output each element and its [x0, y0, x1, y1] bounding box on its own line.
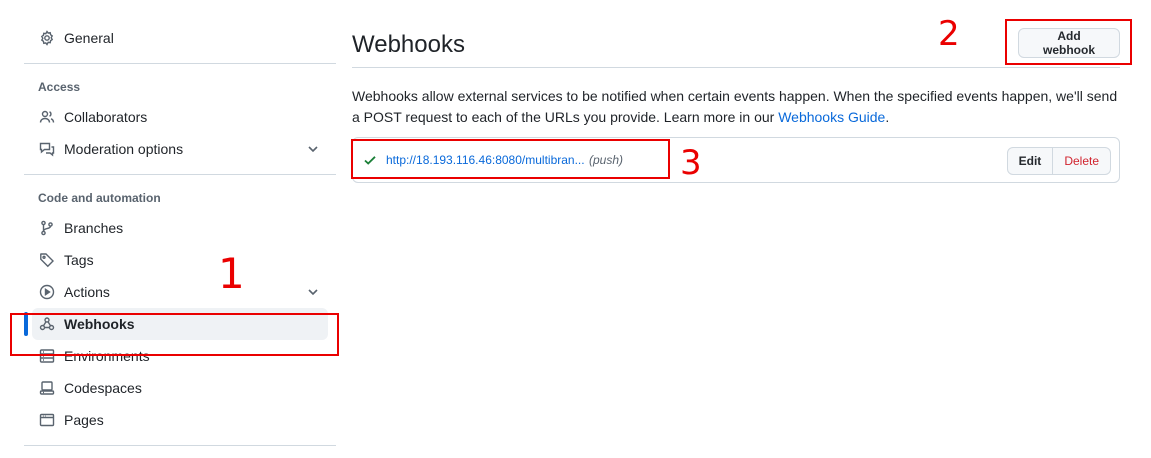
sidebar-item-moderation[interactable]: Moderation options — [24, 133, 336, 165]
page-title: Webhooks — [352, 31, 465, 58]
annotation-box-webhooks — [10, 313, 339, 356]
comment-discussion-icon — [38, 140, 56, 158]
sidebar-item-general[interactable]: General — [24, 22, 336, 54]
sidebar-divider — [24, 63, 336, 64]
description-text: Webhooks allow external services to be n… — [352, 88, 1118, 125]
sidebar-item-tags[interactable]: Tags — [24, 244, 336, 276]
section-title-code-automation: Code and automation — [38, 191, 161, 205]
annotation-number-1: 1 — [218, 249, 245, 298]
sidebar-divider — [24, 445, 336, 446]
description-end: . — [885, 109, 890, 125]
sidebar-item-collaborators[interactable]: Collaborators — [24, 101, 336, 133]
delete-webhook-button[interactable]: Delete — [1053, 147, 1111, 175]
webhooks-description: Webhooks allow external services to be n… — [352, 86, 1120, 128]
chevron-down-icon[interactable] — [306, 285, 320, 299]
codespaces-icon — [38, 379, 56, 397]
webhooks-guide-link[interactable]: Webhooks Guide — [778, 109, 885, 125]
settings-sidebar: General Access Collaborators Moderation … — [24, 22, 336, 455]
gear-icon — [38, 29, 56, 47]
sidebar-item-label: Actions — [64, 284, 110, 300]
annotation-box-add-webhook — [1005, 19, 1132, 65]
annotation-number-2: 2 — [938, 14, 960, 54]
sidebar-divider — [24, 174, 336, 175]
play-icon — [38, 283, 56, 301]
git-branch-icon — [38, 219, 56, 237]
sidebar-item-label: General — [64, 30, 114, 46]
sidebar-item-pages[interactable]: Pages — [24, 404, 336, 436]
sidebar-item-actions[interactable]: Actions — [24, 276, 336, 308]
sidebar-item-codespaces[interactable]: Codespaces — [24, 372, 336, 404]
people-icon — [38, 108, 56, 126]
sidebar-item-branches[interactable]: Branches — [24, 212, 336, 244]
chevron-down-icon[interactable] — [306, 142, 320, 156]
sidebar-item-label: Moderation options — [64, 141, 184, 157]
browser-icon — [38, 411, 56, 429]
sidebar-item-label: Pages — [64, 412, 104, 428]
annotation-number-3: 3 — [680, 143, 702, 183]
tag-icon — [38, 251, 56, 269]
section-title-access: Access — [38, 80, 81, 94]
annotation-box-webhook-url — [351, 139, 670, 179]
webhook-actions: Edit Delete — [1006, 147, 1111, 175]
sidebar-item-label: Branches — [64, 220, 124, 236]
edit-webhook-button[interactable]: Edit — [1006, 147, 1054, 175]
sidebar-item-label: Tags — [64, 252, 94, 268]
sidebar-item-label: Codespaces — [64, 380, 142, 396]
sidebar-item-label: Collaborators — [64, 109, 148, 125]
settings-page: General Access Collaborators Moderation … — [0, 0, 1151, 458]
